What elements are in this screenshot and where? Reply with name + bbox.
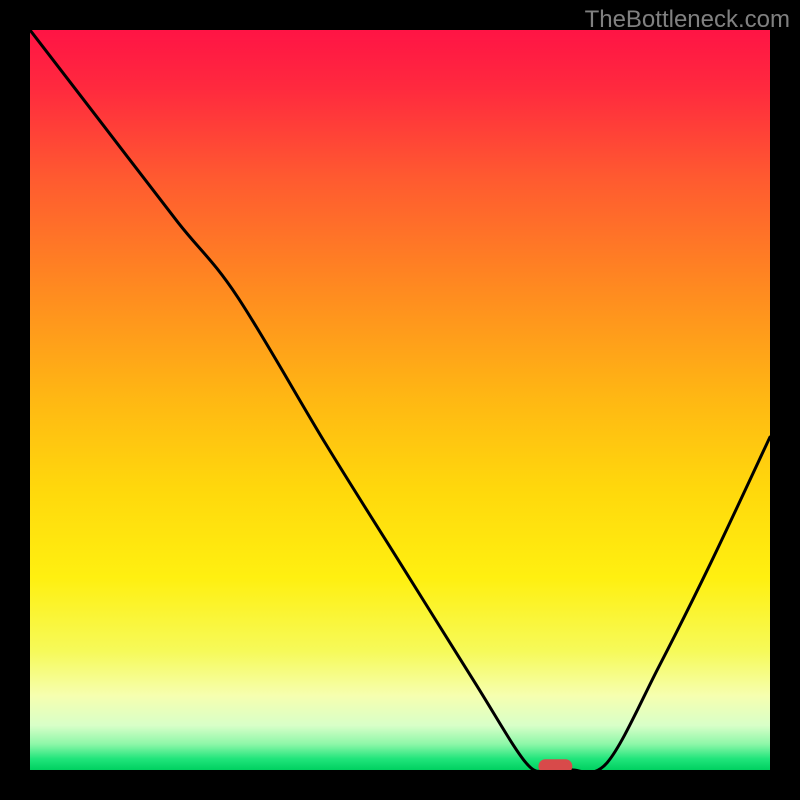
gradient-background — [30, 30, 770, 770]
watermark-text: TheBottleneck.com — [585, 6, 790, 34]
chart-svg — [30, 30, 770, 770]
optimal-marker — [538, 759, 572, 770]
chart-container — [30, 30, 770, 770]
